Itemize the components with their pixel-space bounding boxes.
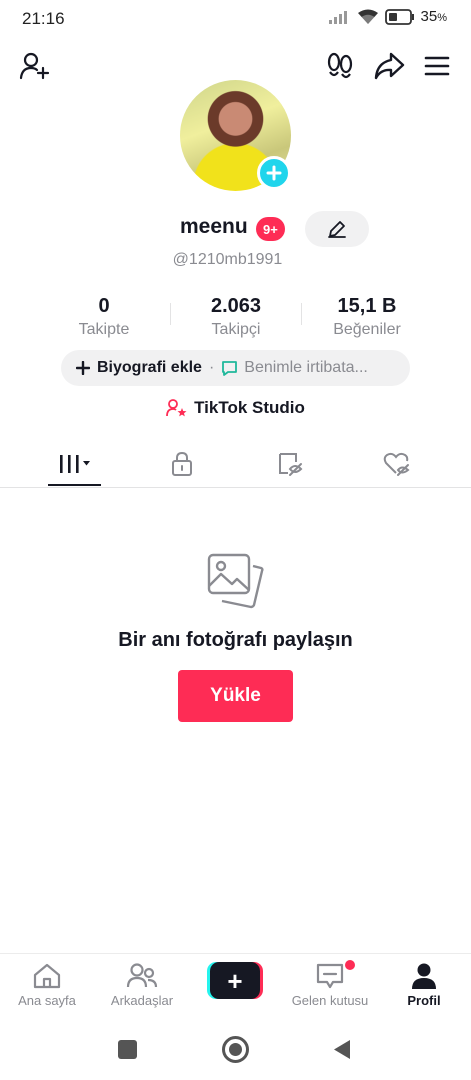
following-label: Takipte	[78, 321, 130, 338]
bio-actions: Biyografi ekle · Benimle irtibata...	[61, 350, 410, 386]
inbox-icon	[316, 963, 344, 989]
add-story-button[interactable]	[257, 156, 291, 190]
wifi-icon	[357, 9, 378, 24]
nav-friends-label: Arkadaşlar	[110, 993, 174, 1008]
add-user-icon	[19, 52, 50, 80]
battery-percent: 35%	[420, 8, 447, 25]
profile-handle: @1210mb1991	[172, 251, 283, 268]
nav-profile[interactable]: Profil	[377, 962, 471, 1008]
followers-count: 2.063	[210, 295, 262, 317]
separator: ·	[208, 359, 215, 376]
recents-icon[interactable]	[118, 1040, 137, 1059]
likes-count: 15,1 B	[337, 295, 397, 317]
tab-private[interactable]	[142, 440, 222, 487]
nav-home[interactable]: Ana sayfa	[0, 962, 94, 1008]
chat-bubble-icon	[222, 360, 238, 376]
grid-bars-icon	[60, 454, 90, 473]
photo-gallery-icon	[207, 553, 264, 609]
contact-label: Benimle irtibata...	[244, 359, 368, 376]
active-tab-indicator	[48, 484, 101, 486]
empty-state-title: Bir anı fotoğrafı paylaşın	[118, 629, 353, 651]
nav-home-label: Ana sayfa	[18, 993, 76, 1008]
tab-videos[interactable]	[35, 440, 115, 487]
inbox-notification-dot	[345, 960, 355, 970]
nav-friends[interactable]: Arkadaşlar	[95, 962, 189, 1008]
profile-icon	[412, 963, 436, 989]
followers-label: Takipçi	[211, 321, 261, 338]
nav-inbox-label: Gelen kutusu	[291, 993, 369, 1008]
nav-inbox[interactable]: Gelen kutusu	[283, 962, 377, 1008]
studio-label: TikTok Studio	[194, 398, 305, 417]
edit-profile-button[interactable]	[305, 211, 369, 247]
home-icon	[33, 963, 61, 989]
plus-icon	[76, 361, 90, 375]
footprints-icon	[327, 52, 353, 79]
upload-button[interactable]: Yükle	[178, 670, 293, 722]
profile-views-button[interactable]	[322, 48, 358, 84]
add-bio-button[interactable]: Biyografi ekle	[76, 359, 202, 377]
hidden-media-icon	[279, 452, 303, 476]
status-icons: 35%	[328, 8, 447, 25]
status-time: 21:16	[22, 9, 65, 28]
photo-placeholder	[206, 552, 264, 615]
pencil-icon	[328, 221, 346, 238]
create-plus-icon: +	[210, 962, 260, 999]
home-system-icon[interactable]	[222, 1036, 249, 1063]
friends-icon	[126, 963, 158, 988]
likes-label: Beğeniler	[333, 321, 401, 338]
hidden-heart-icon	[383, 452, 410, 476]
add-bio-label: Biyografi ekle	[97, 359, 202, 376]
notification-badge[interactable]: 9+	[256, 217, 285, 241]
share-icon	[374, 52, 405, 80]
signal-icon	[328, 10, 347, 24]
lock-icon	[172, 451, 192, 476]
followers-stat[interactable]: 2.063 Takipçi	[171, 295, 301, 339]
system-nav-bar	[0, 1015, 471, 1080]
bottom-nav: Ana sayfa Arkadaşlar + Gelen kutusu Prof…	[0, 953, 471, 1015]
following-stat[interactable]: 0 Takipte	[39, 295, 169, 339]
content-tabs	[0, 440, 471, 488]
create-button[interactable]: +	[207, 962, 263, 999]
tab-reposts[interactable]	[250, 440, 330, 487]
share-profile-button[interactable]	[371, 48, 407, 84]
contact-button[interactable]: Benimle irtibata...	[221, 359, 368, 377]
tab-liked[interactable]	[357, 440, 437, 487]
tiktok-studio-link[interactable]: TikTok Studio	[0, 398, 471, 418]
hamburger-menu-icon	[424, 56, 450, 76]
username: meenu	[180, 215, 248, 238]
back-icon[interactable]	[332, 1038, 352, 1061]
battery-icon	[384, 8, 414, 25]
likes-stat[interactable]: 15,1 B Beğeniler	[302, 295, 432, 339]
menu-button[interactable]	[419, 48, 455, 84]
plus-icon	[266, 165, 282, 181]
nav-profile-label: Profil	[407, 993, 441, 1008]
studio-person-star-icon	[166, 399, 187, 417]
add-friend-button[interactable]	[16, 48, 52, 84]
following-count: 0	[98, 295, 110, 317]
handle-row: @1210mb1991	[0, 251, 471, 269]
